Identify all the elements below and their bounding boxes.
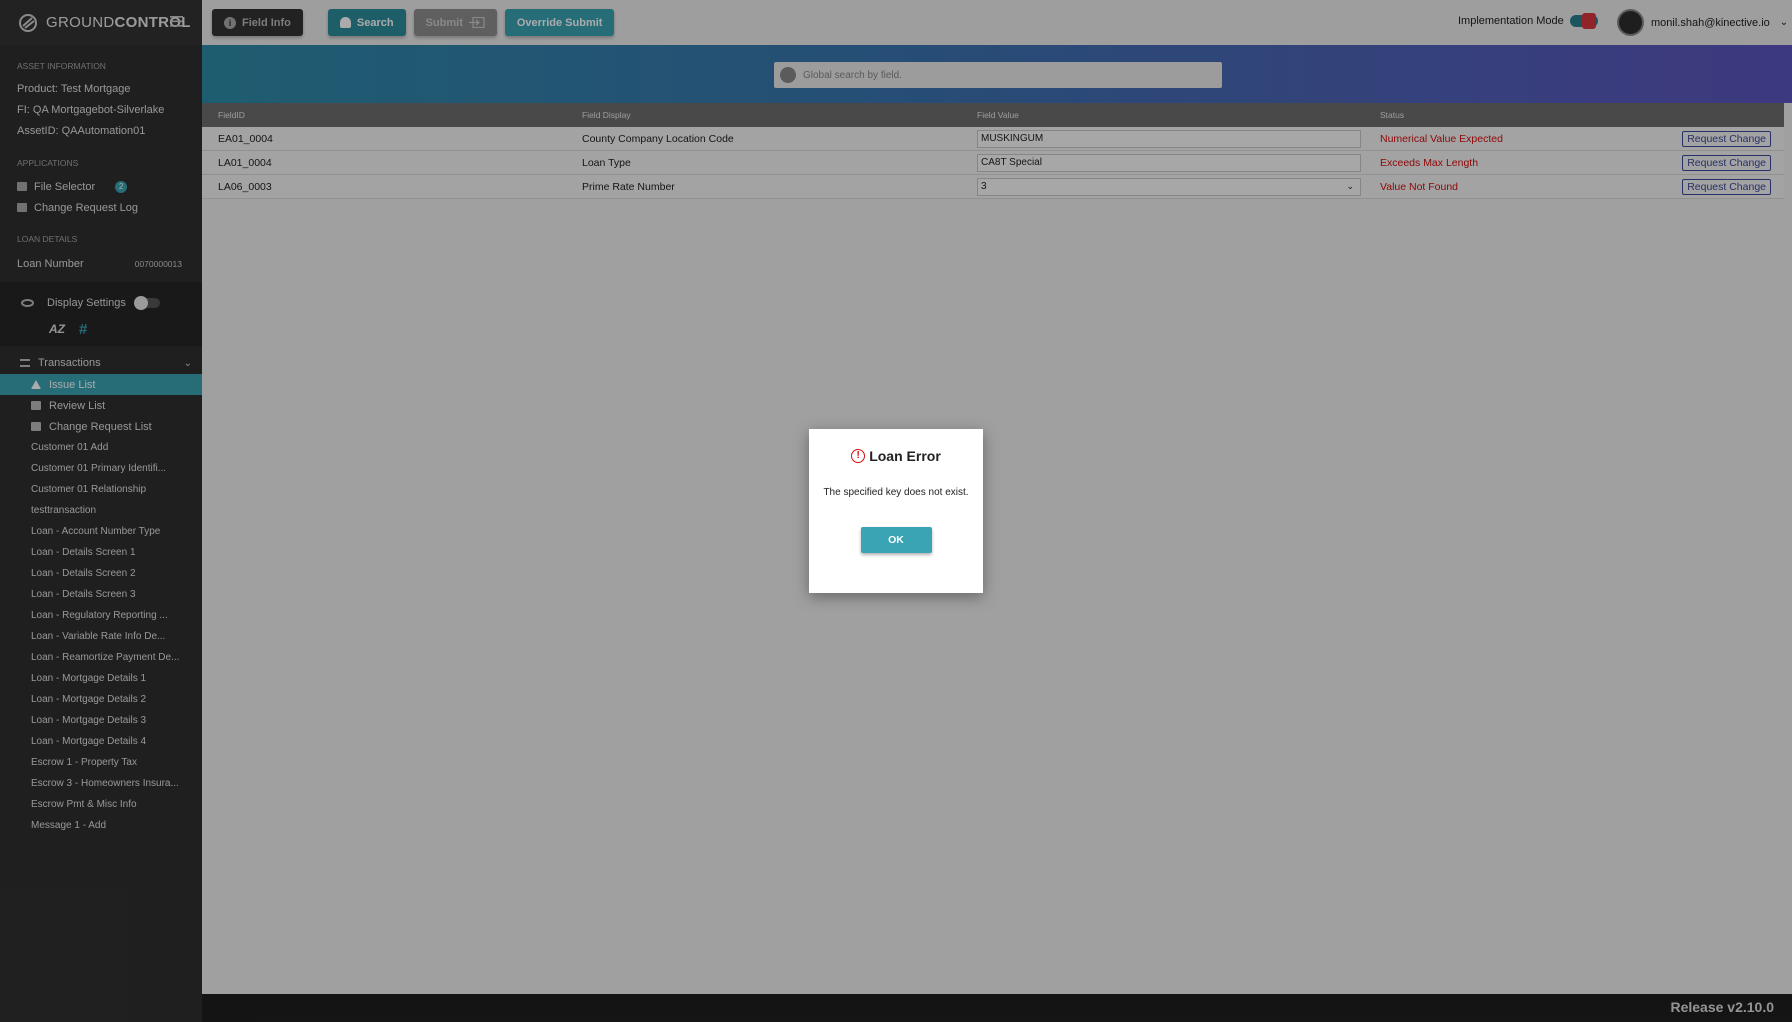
loan-error-dialog: ! Loan Error The specified key does not … [809,429,983,593]
ok-button[interactable]: OK [860,527,932,553]
dialog-title: ! Loan Error [809,448,983,464]
dialog-title-text: Loan Error [869,448,941,464]
error-icon: ! [851,449,866,463]
dialog-message: The specified key does not exist. [823,487,969,498]
